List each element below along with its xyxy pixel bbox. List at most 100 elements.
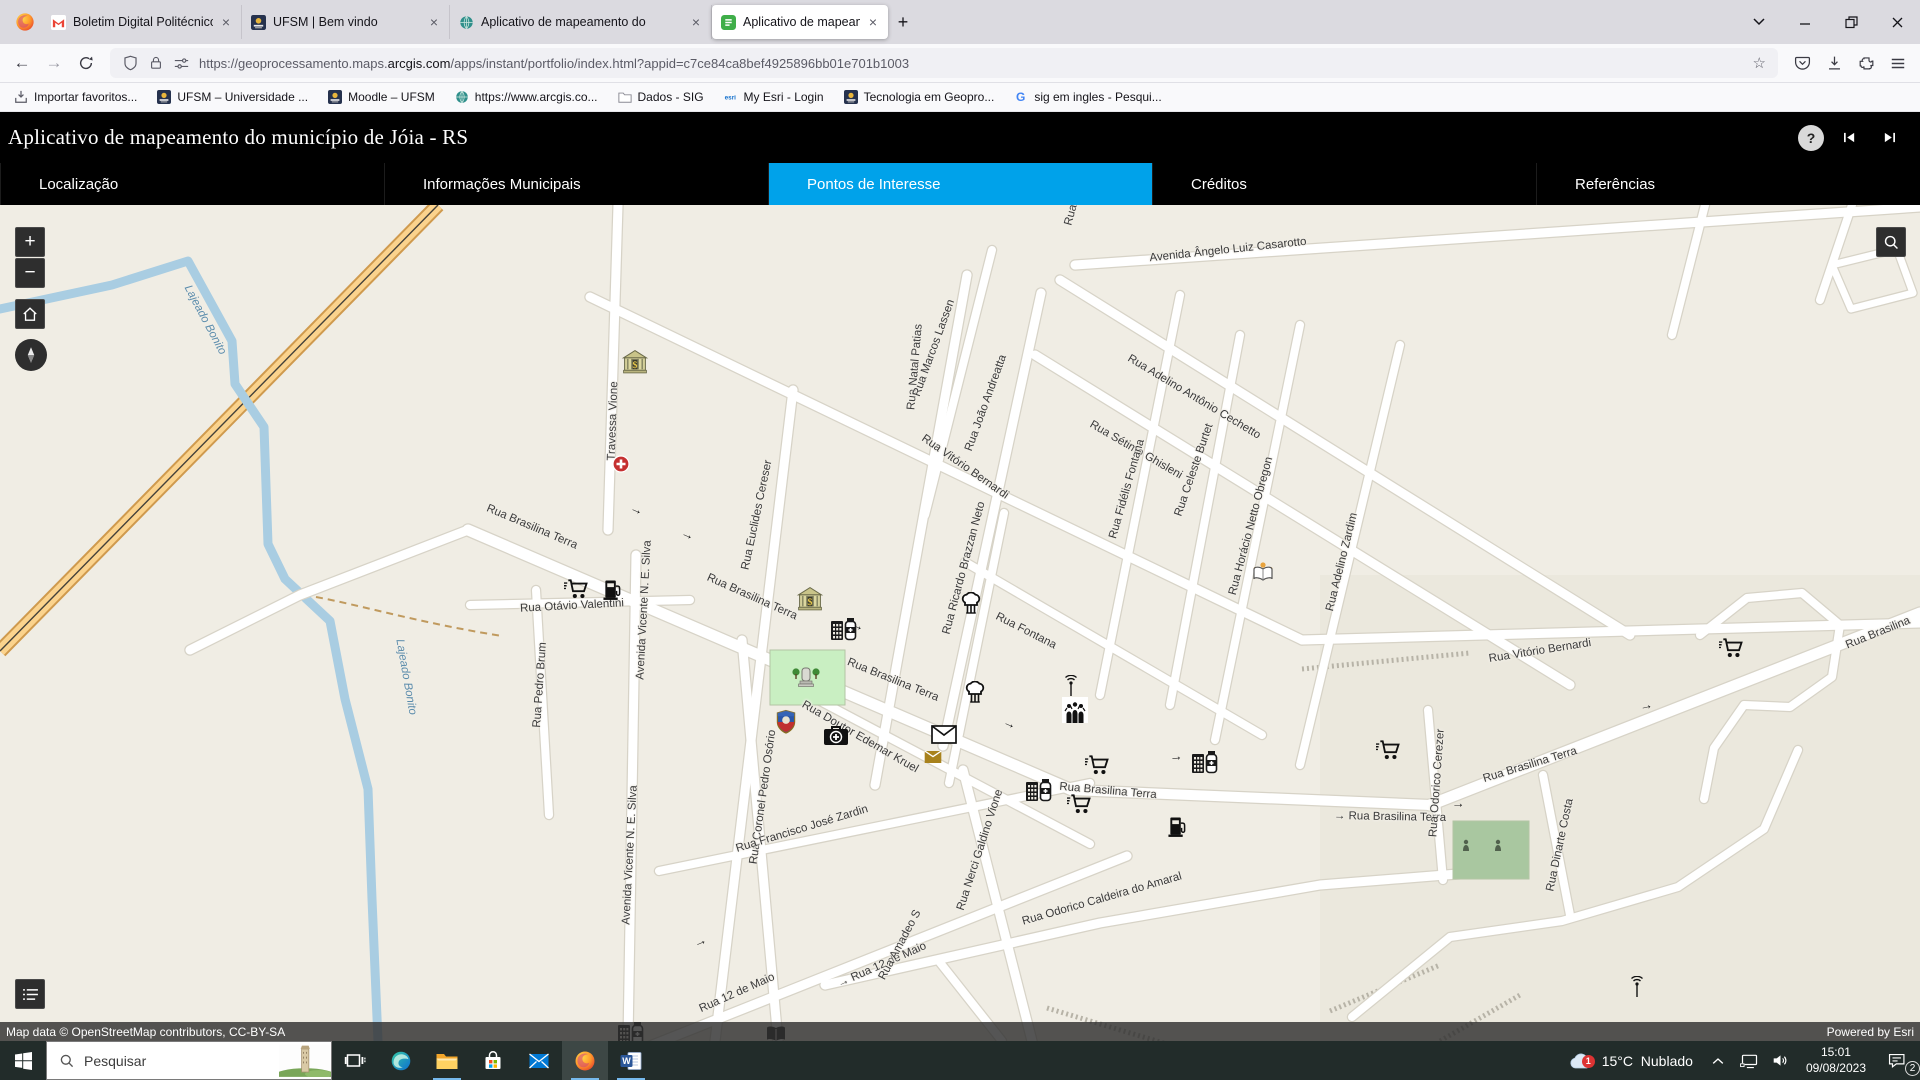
ufsm-icon xyxy=(844,90,858,104)
bookmark-item-1[interactable]: UFSM – Universidade ... xyxy=(157,90,308,104)
search-highlight-tower-image[interactable] xyxy=(279,1042,331,1079)
poi-bank-icon[interactable] xyxy=(622,349,649,376)
poi-hospital-icon[interactable] xyxy=(612,455,630,473)
poi-fuel-station-icon[interactable] xyxy=(603,578,622,601)
poi-mailbox-icon[interactable] xyxy=(925,751,942,763)
bookmark-item-4[interactable]: Dados - SIG xyxy=(618,90,704,104)
poi-radio-antenna-icon[interactable] xyxy=(1627,976,1647,998)
tracking-shield-icon[interactable] xyxy=(122,55,139,72)
volume-icon[interactable] xyxy=(1767,1041,1794,1080)
back-button[interactable]: ← xyxy=(6,48,38,78)
poi-community-center-icon[interactable] xyxy=(1062,697,1088,723)
url-text[interactable]: https://geoprocessamento.maps.arcgis.com… xyxy=(199,56,1744,71)
forward-button[interactable]: → xyxy=(38,48,70,78)
permissions-icon[interactable] xyxy=(173,56,190,71)
extensions-icon[interactable] xyxy=(1850,48,1882,78)
weather-widget[interactable]: 1 15°C Nublado xyxy=(1568,1051,1701,1071)
tab-close-icon[interactable]: × xyxy=(220,14,232,30)
reload-button[interactable] xyxy=(70,48,102,78)
taskbar-clock[interactable]: 15:01 09/08/2023 xyxy=(1798,1045,1874,1076)
bookmark-item-3[interactable]: https://www.arcgis.co... xyxy=(455,90,598,104)
bookmark-item-7[interactable]: sig em ingles - Pesqui... xyxy=(1014,90,1161,104)
map[interactable]: Travessa VioneRua Brasilina TerraRua Otá… xyxy=(0,205,1920,1041)
tab-cr-ditos[interactable]: Créditos xyxy=(1152,163,1536,205)
taskbar-mail-icon[interactable] xyxy=(516,1041,562,1080)
help-button[interactable]: ? xyxy=(1798,125,1824,151)
tab-localiza-o[interactable]: Localização xyxy=(0,163,384,205)
menu-icon[interactable] xyxy=(1882,48,1914,78)
tab-close-icon[interactable]: × xyxy=(690,14,702,30)
poi-park-figure-icon[interactable] xyxy=(1493,839,1503,851)
poi-pharmacy-icon[interactable] xyxy=(1191,749,1221,775)
bookmark-item-0[interactable]: Importar favoritos... xyxy=(14,90,137,104)
browser-tab-1[interactable]: UFSM | Bem vindo× xyxy=(242,5,450,39)
taskbar-explorer-icon[interactable] xyxy=(424,1041,470,1080)
poi-pharmacy-icon[interactable] xyxy=(830,616,860,642)
new-tab-button[interactable]: + xyxy=(888,7,918,37)
taskbar-start-icon[interactable] xyxy=(0,1041,46,1080)
firefox-logo-icon[interactable] xyxy=(8,5,42,39)
poi-post-office-icon[interactable] xyxy=(931,725,957,745)
zoom-in-button[interactable]: + xyxy=(15,227,45,257)
browser-tab-2[interactable]: Aplicativo de mapeamento do× xyxy=(450,5,712,39)
previous-section-button[interactable] xyxy=(1834,123,1864,153)
compass-button[interactable] xyxy=(15,339,47,371)
poi-pharmacy-icon[interactable] xyxy=(1025,777,1055,803)
poi-supermarket-icon[interactable] xyxy=(564,578,590,600)
next-section-button[interactable] xyxy=(1874,123,1904,153)
taskbar-edge-icon[interactable] xyxy=(378,1041,424,1080)
taskbar-search-box[interactable]: Pesquisar xyxy=(46,1041,332,1080)
taskbar-taskview-icon[interactable] xyxy=(332,1041,378,1080)
tab-refer-ncias[interactable]: Referências xyxy=(1536,163,1920,205)
oneway-arrow-icon: → xyxy=(679,525,697,544)
tray-chevron-up-icon[interactable] xyxy=(1705,1041,1732,1080)
poi-supermarket-icon[interactable] xyxy=(1719,637,1745,659)
poi-monument-icon[interactable] xyxy=(791,662,821,688)
poi-park-figure-icon[interactable] xyxy=(1461,839,1471,851)
home-button[interactable] xyxy=(15,299,45,329)
tab-close-icon[interactable]: × xyxy=(867,14,879,30)
browser-tab-3[interactable]: Aplicativo de mapeamento do× xyxy=(712,5,888,39)
poi-supermarket-icon[interactable] xyxy=(1085,754,1111,776)
bookmark-item-5[interactable]: My Esri - Login xyxy=(724,90,824,104)
minimize-button[interactable] xyxy=(1782,0,1828,44)
bookmark-star-icon[interactable]: ☆ xyxy=(1753,54,1766,72)
poi-health-center-icon[interactable] xyxy=(823,724,849,746)
tab-close-icon[interactable]: × xyxy=(428,14,440,30)
lock-icon[interactable] xyxy=(148,55,164,71)
poi-bank-icon[interactable] xyxy=(797,586,824,613)
poi-radio-antenna-icon[interactable] xyxy=(1061,675,1081,697)
poi-fuel-station-icon[interactable] xyxy=(1168,815,1187,838)
zoom-out-button[interactable]: − xyxy=(15,258,45,288)
tab-pontos-de-interesse[interactable]: Pontos de Interesse xyxy=(768,163,1152,205)
ufsm-icon xyxy=(328,90,342,104)
notification-center-icon[interactable]: 2 xyxy=(1878,1041,1918,1080)
poi-restaurant-icon[interactable] xyxy=(962,681,988,707)
downloads-icon[interactable] xyxy=(1818,48,1850,78)
poi-library-icon[interactable] xyxy=(1250,560,1276,584)
legend-button[interactable] xyxy=(15,979,45,1009)
tab-list-chevron-icon[interactable] xyxy=(1736,0,1782,44)
ufsm-icon xyxy=(251,15,266,30)
poi-restaurant-icon[interactable] xyxy=(958,592,984,618)
restore-button[interactable] xyxy=(1828,0,1874,44)
search-button[interactable] xyxy=(1876,227,1906,257)
taskbar-store-icon[interactable] xyxy=(470,1041,516,1080)
browser-tab-0[interactable]: Boletim Digital Politécnico - fra× xyxy=(42,5,242,39)
poi-city-hall-crest-icon[interactable] xyxy=(776,710,797,735)
taskbar-firefox-icon[interactable] xyxy=(562,1041,608,1080)
street-label: Rua Brasilina Terra xyxy=(485,502,580,551)
close-button[interactable] xyxy=(1874,0,1920,44)
poi-supermarket-icon[interactable] xyxy=(1067,793,1093,815)
bookmark-item-2[interactable]: Moodle – UFSM xyxy=(328,90,435,104)
map-attribution: Map data © OpenStreetMap contributors, C… xyxy=(0,1022,1920,1041)
poi-supermarket-icon[interactable] xyxy=(1376,739,1402,761)
street-label: Rua Odorico Caldeira do Amaral xyxy=(1021,870,1183,927)
street-label: Rua Brasilina Terra xyxy=(705,572,799,623)
tab-informa-es-municipais[interactable]: Informações Municipais xyxy=(384,163,768,205)
taskbar-word-icon[interactable] xyxy=(608,1041,654,1080)
pocket-icon[interactable] xyxy=(1786,48,1818,78)
url-bar[interactable]: https://geoprocessamento.maps.arcgis.com… xyxy=(110,48,1778,78)
bookmark-item-6[interactable]: Tecnologia em Geopro... xyxy=(844,90,995,104)
network-icon[interactable] xyxy=(1736,1041,1763,1080)
